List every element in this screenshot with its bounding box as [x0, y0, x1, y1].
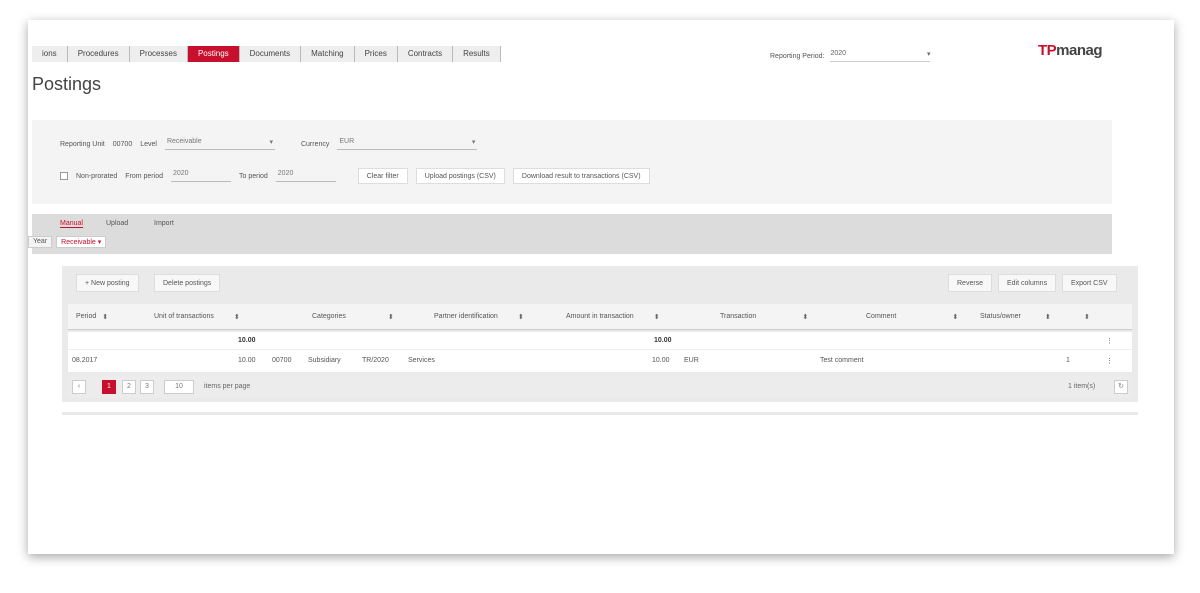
grid-body: 10.00 10.00 ⋮ 08.2017 10.00 00700 Subsid…: [68, 332, 1132, 372]
main-nav: ions Procedures Processes Postings Documents…: [32, 46, 501, 62]
col-period[interactable]: Period ⬍: [76, 313, 108, 321]
per-page-select[interactable]: 10: [164, 380, 194, 394]
level-select[interactable]: Receivable ▾: [164, 138, 275, 150]
sort-icon: ⬍: [802, 314, 809, 321]
nav-tab-results[interactable]: Results: [453, 46, 501, 62]
page-title: Postings: [32, 74, 102, 94]
sort-icon: ⬍: [517, 314, 524, 321]
col-comment[interactable]: Comment ⬍: [866, 313, 958, 321]
total-items: 1 item(s): [1068, 383, 1096, 390]
postings-grid: + New posting Delete postings Reverse Ed…: [62, 266, 1138, 402]
sort-icon: ⬍: [1044, 314, 1051, 321]
app-logo: TPmanag: [1038, 42, 1103, 59]
chip-year[interactable]: Year: [28, 236, 53, 248]
filter-panel: Reporting Unit 00700 Level Receivable ▾ …: [32, 120, 1112, 204]
non-prorated-checkbox[interactable]: [60, 172, 68, 180]
prev-page-icon[interactable]: ‹: [72, 380, 86, 394]
chip-receivable[interactable]: Receivable ▾: [56, 236, 107, 248]
nav-tab-processes[interactable]: Processes: [129, 46, 188, 62]
sort-icon: ⬍: [233, 314, 240, 321]
export-csv-button[interactable]: Export CSV: [1062, 274, 1117, 292]
col-unit[interactable]: Unit of transactions ⬍: [154, 313, 240, 321]
chevron-down-icon: ▾: [269, 139, 273, 146]
sub-tab-bar: Manual Upload Import: [32, 214, 1112, 254]
chevron-down-icon: ▾: [97, 239, 102, 246]
page-button[interactable]: 1: [102, 380, 116, 394]
col-categories[interactable]: Categories ⬍: [312, 313, 394, 321]
tab-manual[interactable]: Manual: [60, 220, 83, 228]
download-result-button[interactable]: Download result to transactions (CSV): [512, 168, 650, 184]
col-amount[interactable]: Amount in transaction ⬍: [566, 313, 660, 321]
delete-postings-button[interactable]: Delete postings: [154, 274, 221, 292]
nav-tab-documents[interactable]: Documents: [239, 46, 302, 62]
reverse-button[interactable]: Reverse: [948, 274, 993, 292]
more-icon[interactable]: ⋮: [1106, 357, 1113, 365]
reporting-unit-label: Reporting Unit: [60, 140, 105, 148]
page-button[interactable]: 3: [140, 380, 154, 394]
nav-tab-postings[interactable]: Postings: [187, 46, 240, 62]
sort-icon: ⬍: [387, 314, 394, 321]
sum-row: 10.00 10.00 ⋮: [68, 332, 1132, 350]
table-row[interactable]: 08.2017 10.00 00700 Subsidiary TR/2020 S…: [68, 352, 1132, 370]
currency-label: Currency: [300, 140, 330, 148]
page-button[interactable]: 2: [122, 380, 136, 394]
nav-tab-contracts[interactable]: Contracts: [397, 46, 454, 62]
nav-tab-prices[interactable]: Prices: [354, 46, 398, 62]
to-period-label: To period: [238, 172, 268, 180]
divider: [62, 412, 1138, 415]
nav-tab-procedures[interactable]: Procedures: [67, 46, 130, 62]
non-prorated-label: Non-prorated: [76, 172, 118, 180]
level-label: Level: [140, 140, 157, 148]
from-period-label: From period: [125, 172, 163, 180]
chevron-down-icon: ▾: [926, 51, 931, 58]
more-icon[interactable]: ⋮: [1106, 337, 1113, 345]
pagination: ‹ 1 2 3 10 items per page 1 item(s) ↻: [68, 376, 1132, 398]
clear-filter-button[interactable]: Clear filter: [357, 168, 408, 184]
sort-icon: ⬍: [102, 314, 109, 321]
col-transaction[interactable]: Transaction ⬍: [720, 313, 808, 321]
sort-icon: ⬍: [653, 314, 660, 321]
per-page-label: items per page: [204, 383, 251, 390]
from-period-field[interactable]: 2020: [170, 170, 231, 182]
period-label: Reporting Period:: [770, 52, 825, 60]
nav-tab-ions[interactable]: ions: [32, 46, 68, 62]
sort-icon: ⬍: [952, 314, 959, 321]
grid-header: Period ⬍ Unit of transactions ⬍ Categories…: [68, 304, 1132, 330]
edit-columns-button[interactable]: Edit columns: [998, 274, 1057, 292]
tab-import[interactable]: Import: [154, 220, 174, 227]
currency-select[interactable]: EUR ▾: [337, 138, 478, 150]
nav-tab-matching[interactable]: Matching: [301, 46, 355, 62]
new-posting-button[interactable]: + New posting: [76, 274, 139, 292]
period-select[interactable]: 2020 ▾: [830, 50, 931, 62]
chevron-down-icon: ▾: [471, 139, 476, 146]
filter-chips: Year Receivable ▾: [28, 236, 107, 248]
reporting-period: Reporting Period: 2020 ▾: [770, 50, 931, 62]
grid-toolbar: + New posting Delete postings Reverse Ed…: [62, 266, 1138, 302]
to-period-field[interactable]: 2020: [275, 170, 336, 182]
sort-icon: ⬍: [1084, 314, 1090, 321]
col-partner[interactable]: Partner identification ⬍: [434, 313, 524, 321]
col-status[interactable]: Status/owner ⬍: [980, 313, 1051, 321]
tab-upload[interactable]: Upload: [106, 220, 128, 227]
refresh-icon[interactable]: ↻: [1114, 380, 1128, 394]
reporting-unit-value: 00700: [112, 140, 133, 148]
col-actions: ⬍: [1084, 313, 1090, 321]
upload-postings-button[interactable]: Upload postings (CSV): [415, 168, 505, 184]
